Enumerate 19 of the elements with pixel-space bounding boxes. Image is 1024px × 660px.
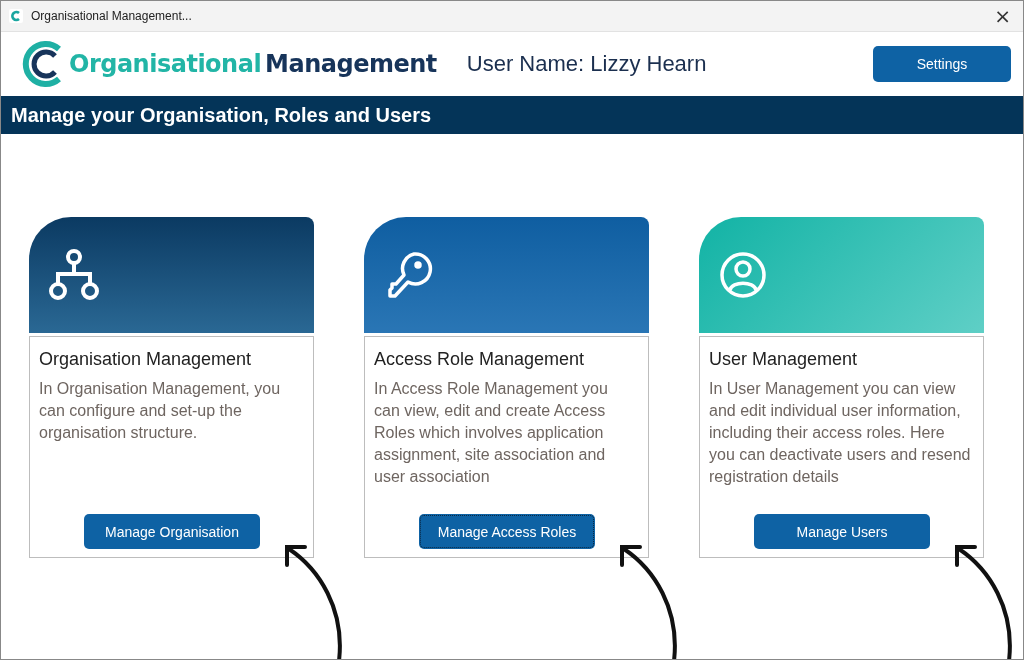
manage-button[interactable]: Manage Access Roles <box>419 514 595 549</box>
user-name: User Name: Lizzy Hearn <box>466 51 708 77</box>
card-description: In User Management you can view and edit individual user information, including their access roles. Here you can deactivate users and resend registration details <box>709 379 971 487</box>
manage-button[interactable]: Manage Organisation <box>84 514 260 549</box>
card-description: In Organisation Management, you can configure and set-up the organisation structure. <box>39 379 282 443</box>
logo-text: Management <box>265 50 437 78</box>
close-button[interactable]: × <box>990 6 1015 26</box>
window-title: Organisational Management... <box>31 9 193 23</box>
card-description: In Access Role Management you can view, edit and create Access Roles which involves application assignment, site association and user association <box>374 379 609 487</box>
app-icon <box>9 9 23 23</box>
settings-button[interactable]: Settings <box>873 46 1011 82</box>
user-icon <box>719 251 767 299</box>
card-title: Access Role Management <box>374 349 586 370</box>
page-heading: Manage your Organisation, Roles and Users <box>11 103 432 127</box>
logo-text: Organisational <box>69 50 262 78</box>
card-title: Organisation Management <box>39 349 253 370</box>
card-title: User Management <box>709 349 859 370</box>
manage-button[interactable]: Manage Users <box>754 514 930 549</box>
hierarchy-icon <box>49 249 99 301</box>
